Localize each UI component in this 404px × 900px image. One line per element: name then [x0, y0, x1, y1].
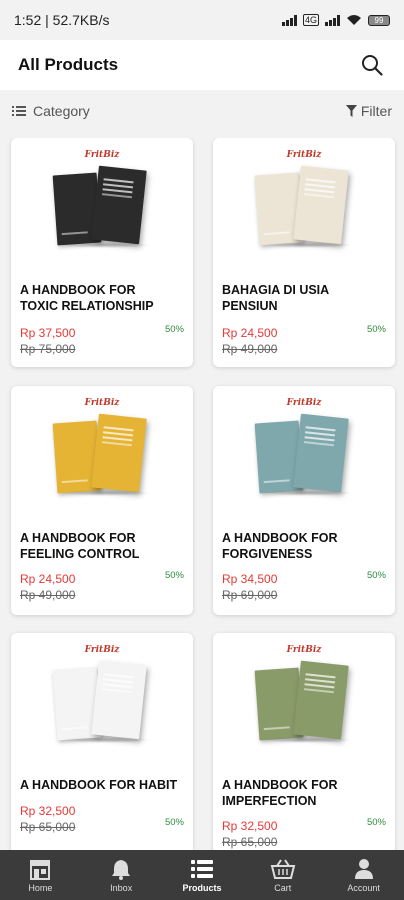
- search-icon: [362, 55, 383, 76]
- nav-cart[interactable]: Cart: [242, 850, 323, 900]
- discount-badge: 50%: [164, 324, 184, 335]
- brand-logo: FritBiz: [286, 398, 322, 408]
- product-name: BAHAGIA DI USIA PENSIUN: [222, 283, 330, 313]
- filter-label: Filter: [360, 103, 392, 119]
- product-name: A HANDBOOK FOR IMPERFECTION: [222, 778, 338, 808]
- signal-icon-2: [325, 14, 340, 26]
- product-original-price: Rp 49,000: [20, 588, 76, 602]
- funnel-icon: [345, 105, 357, 117]
- search-button[interactable]: [358, 51, 386, 79]
- discount-badge: 50%: [164, 570, 184, 581]
- product-image: [253, 165, 363, 252]
- product-original-price: Rp 65,000: [20, 820, 76, 834]
- status-time: 1:52 | 52.7KB/s: [14, 12, 110, 28]
- nav-label: Inbox: [110, 882, 133, 893]
- brand-logo: FritBiz: [84, 150, 120, 160]
- category-label: Category: [33, 103, 90, 119]
- product-card[interactable]: FritBiz A HANDBOOK FOR IMPERFECTION Rp 3…: [213, 633, 395, 850]
- person-icon: [353, 858, 375, 880]
- brand-logo: FritBiz: [286, 150, 322, 160]
- product-price: Rp 37,500: [20, 326, 76, 340]
- list-icon: [12, 106, 26, 116]
- product-name: A HANDBOOK FOR TOXIC RELATIONSHIP: [20, 283, 154, 313]
- nav-label: Home: [28, 882, 53, 893]
- nav-label: Account: [347, 882, 380, 893]
- store-icon: [28, 858, 52, 880]
- product-name: A HANDBOOK FOR FORGIVENESS: [222, 531, 338, 561]
- discount-badge: 50%: [366, 817, 386, 828]
- nav-products[interactable]: Products: [162, 850, 243, 900]
- product-card[interactable]: FritBiz BAHAGIA DI USIA PENSIUN Rp 24,50…: [213, 138, 395, 367]
- product-price: Rp 34,500: [222, 572, 278, 586]
- discount-badge: 50%: [366, 570, 386, 581]
- product-image: [253, 660, 363, 747]
- brand-logo: FritBiz: [84, 398, 120, 408]
- signal-icon: [281, 14, 297, 26]
- product-original-price: Rp 49,000: [222, 342, 278, 356]
- battery-icon: 99: [368, 14, 390, 26]
- product-name: A HANDBOOK FOR HABIT: [20, 778, 178, 792]
- nav-home[interactable]: Home: [0, 850, 81, 900]
- filter-button[interactable]: Filter: [345, 103, 392, 119]
- product-original-price: Rp 75,000: [20, 342, 76, 356]
- product-original-price: Rp 65,000: [222, 835, 278, 849]
- discount-badge: 50%: [366, 324, 386, 335]
- wifi-icon: [347, 15, 361, 25]
- status-bar: 1:52 | 52.7KB/s 4G 99: [0, 0, 404, 40]
- list-icon: [190, 858, 214, 880]
- product-card[interactable]: FritBiz A HANDBOOK FOR FORGIVENESS Rp 34…: [213, 386, 395, 615]
- product-card[interactable]: FritBiz A HANDBOOK FOR TOXIC RELATIONSHI…: [11, 138, 193, 367]
- product-price: Rp 24,500: [20, 572, 76, 586]
- basket-icon: [270, 858, 296, 880]
- nav-account[interactable]: Account: [323, 850, 404, 900]
- brand-logo: FritBiz: [286, 645, 322, 655]
- product-price: Rp 32,500: [20, 804, 76, 818]
- product-card[interactable]: FritBiz A HANDBOOK FOR HABIT Rp 32,500 R…: [11, 633, 193, 850]
- product-image: [51, 413, 161, 500]
- product-name: A HANDBOOK FOR FEELING CONTROL: [20, 531, 140, 561]
- product-original-price: Rp 69,000: [222, 588, 278, 602]
- nav-label: Products: [182, 882, 222, 893]
- nav-label: Cart: [274, 882, 292, 893]
- status-icons: 4G 99: [281, 14, 390, 26]
- page-title: All Products: [18, 55, 119, 74]
- bell-icon: [110, 858, 132, 880]
- product-price: Rp 24,500: [222, 326, 278, 340]
- product-image: [51, 660, 161, 747]
- product-card[interactable]: FritBiz A HANDBOOK FOR FEELING CONTROL R…: [11, 386, 193, 615]
- nav-inbox[interactable]: Inbox: [81, 850, 162, 900]
- category-button[interactable]: Category: [12, 103, 346, 119]
- product-price: Rp 32,500: [222, 819, 278, 833]
- app-bar: All Products: [0, 40, 404, 90]
- brand-logo: FritBiz: [84, 645, 120, 655]
- discount-badge: 50%: [164, 817, 184, 828]
- volte-icon: 4G: [302, 14, 319, 26]
- filter-bar: Category Filter: [0, 92, 404, 130]
- bottom-nav: Home Inbox Products Cart Account: [0, 850, 404, 900]
- product-grid: FritBiz A HANDBOOK FOR TOXIC RELATIONSHI…: [0, 138, 404, 850]
- product-image: [51, 165, 161, 252]
- product-image: [253, 413, 363, 500]
